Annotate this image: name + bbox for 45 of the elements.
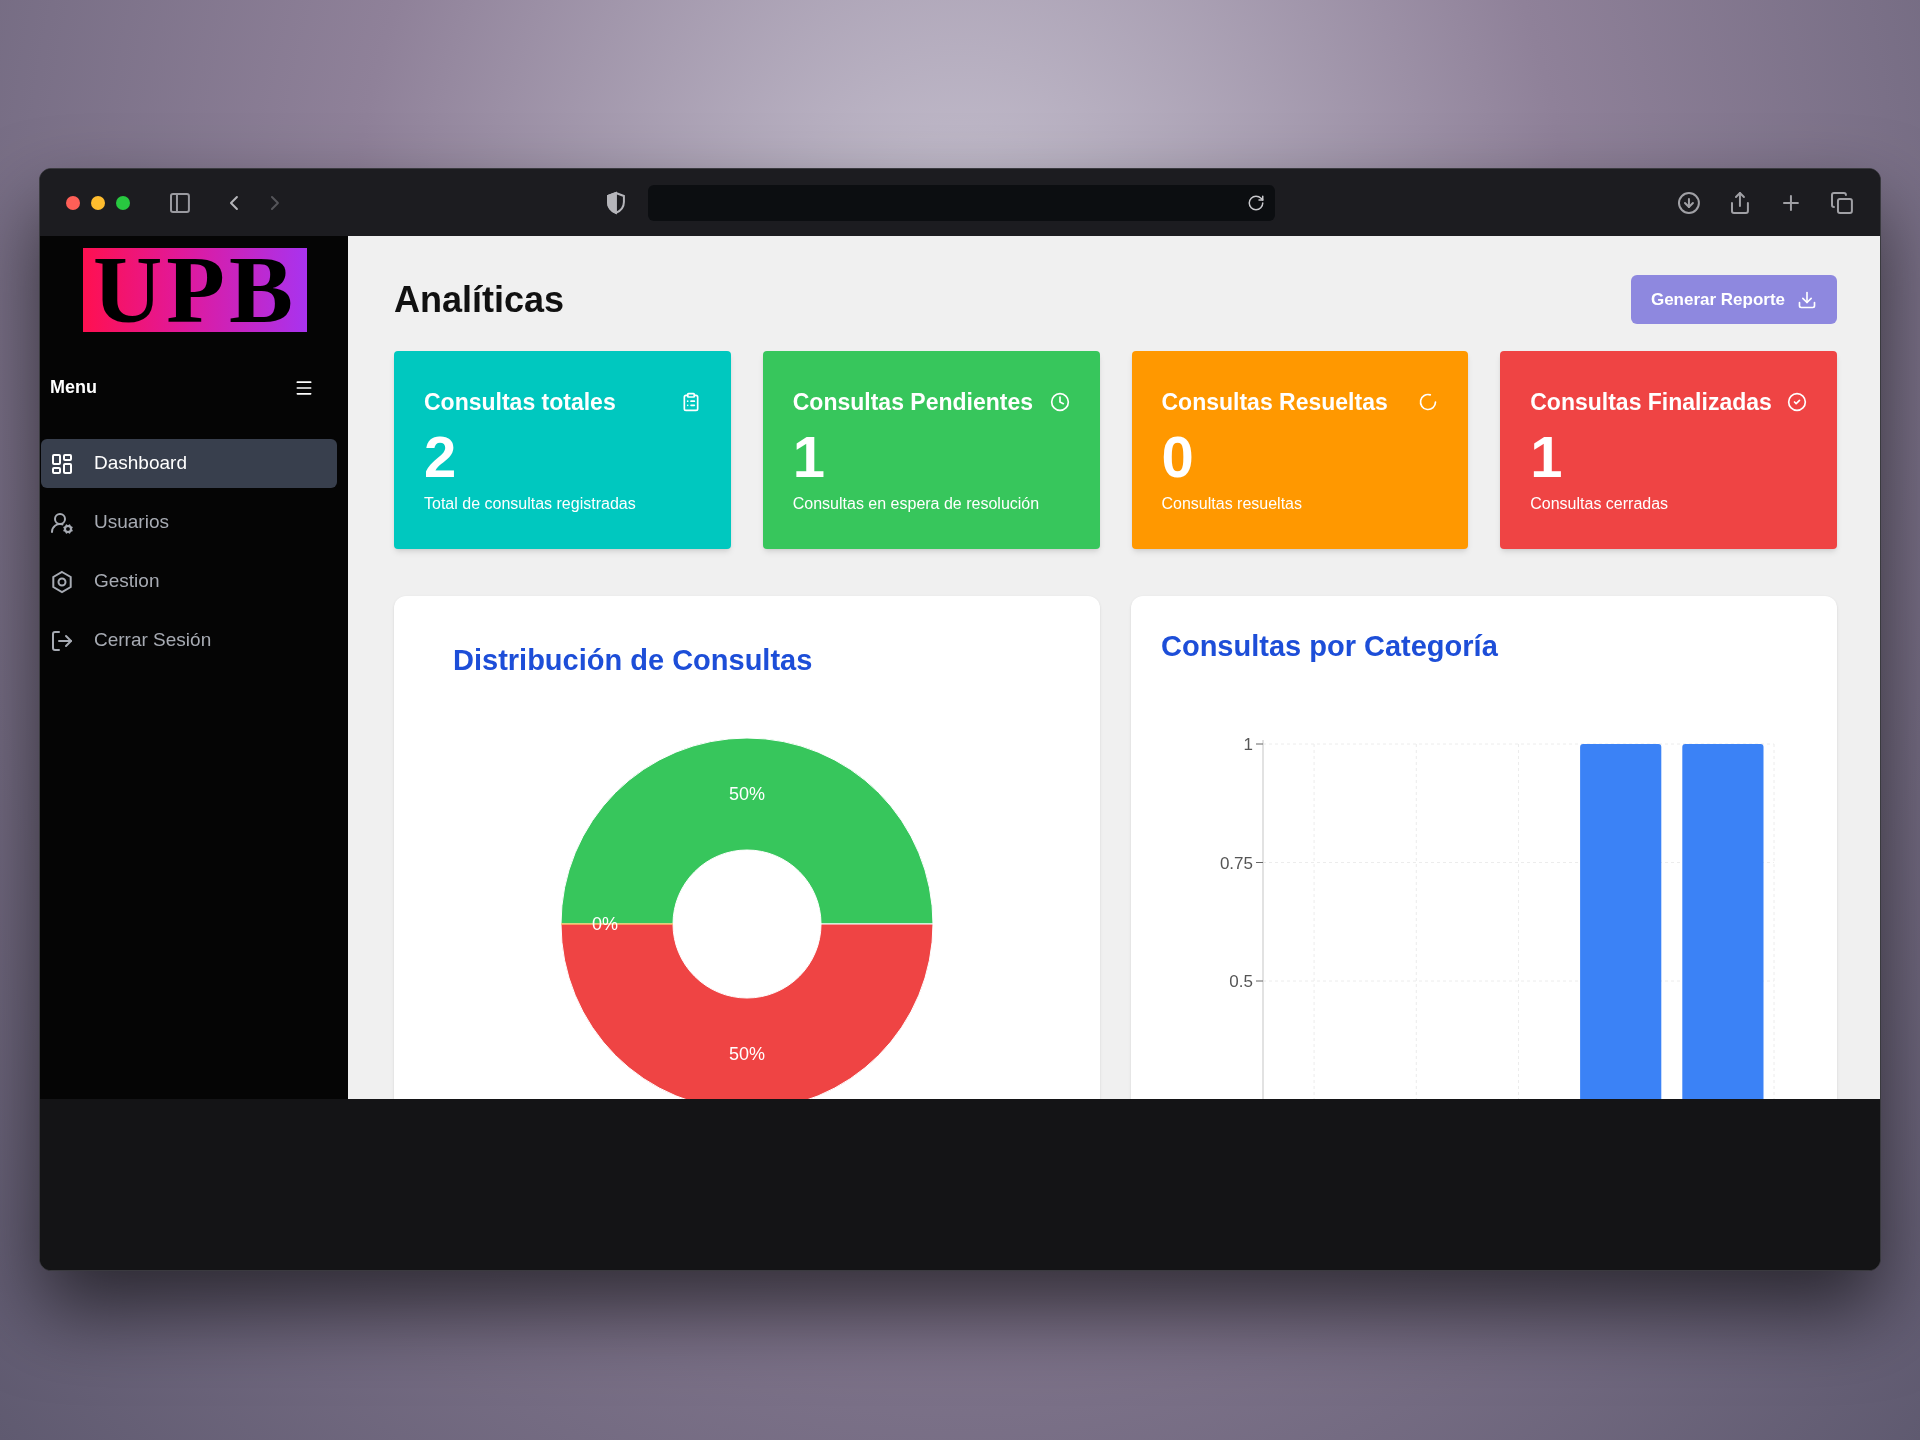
chart-title: Consultas por Categoría — [1160, 629, 1499, 664]
maximize-icon[interactable] — [115, 195, 130, 210]
clock-icon — [1049, 392, 1070, 413]
card-caption: Consultas cerradas — [1530, 493, 1670, 514]
card-title: Consultas Pendientes — [792, 388, 1034, 417]
y-tick-label: 1 — [1243, 735, 1253, 754]
sidebar-icon[interactable] — [167, 190, 192, 215]
y-tick: 0.5 — [1229, 972, 1264, 991]
card-title: Consultas Resueltas — [1161, 388, 1388, 417]
card-title: Consultas totales — [424, 388, 616, 417]
slice-label: 50% — [729, 1044, 765, 1064]
slice-label: 50% — [729, 784, 765, 804]
card-caption: Consultas resueltas — [1161, 493, 1303, 514]
card-title: Consultas Finalizadas — [1530, 388, 1772, 417]
logout-icon — [50, 628, 74, 653]
card-caption: Consultas en espera de resolución — [792, 493, 1041, 514]
tabs-icon[interactable] — [1830, 190, 1855, 215]
card-caption: Total de consultas registradas — [424, 493, 637, 514]
y-tick: 1 — [1243, 735, 1264, 754]
nav-item[interactable]: Gestion — [41, 557, 337, 606]
y-tick-label: 0.5 — [1229, 972, 1253, 991]
logo: UPB — [83, 248, 307, 332]
chart-title: Distribución de Consultas — [452, 643, 814, 678]
download-icon — [1797, 289, 1818, 310]
page-title: Analíticas — [394, 277, 565, 322]
nav-item[interactable]: Dashboard — [41, 439, 337, 488]
card-value: 2 — [424, 423, 458, 490]
card-value: 1 — [1530, 423, 1564, 490]
menu-label: Menu — [50, 376, 97, 399]
y-tick-label: 0.75 — [1219, 853, 1253, 873]
user-icon — [50, 510, 74, 535]
card-value: 0 — [1161, 423, 1195, 490]
close-icon[interactable] — [66, 195, 80, 210]
hexagon-icon — [50, 569, 74, 594]
loader-icon — [1418, 392, 1439, 413]
dashboard-icon — [50, 451, 74, 476]
download-icon[interactable] — [1677, 190, 1702, 215]
y-tick: 0.75 — [1219, 853, 1264, 873]
reload-icon[interactable] — [1247, 193, 1266, 212]
card-value: 1 — [792, 423, 826, 490]
nav-item[interactable]: Cerrar Sesión — [41, 616, 337, 665]
minimize-icon[interactable] — [90, 195, 105, 210]
check-circle-icon — [1787, 392, 1807, 413]
nav-item[interactable]: Usuarios — [41, 498, 337, 547]
slice-label: 0% — [592, 914, 618, 934]
